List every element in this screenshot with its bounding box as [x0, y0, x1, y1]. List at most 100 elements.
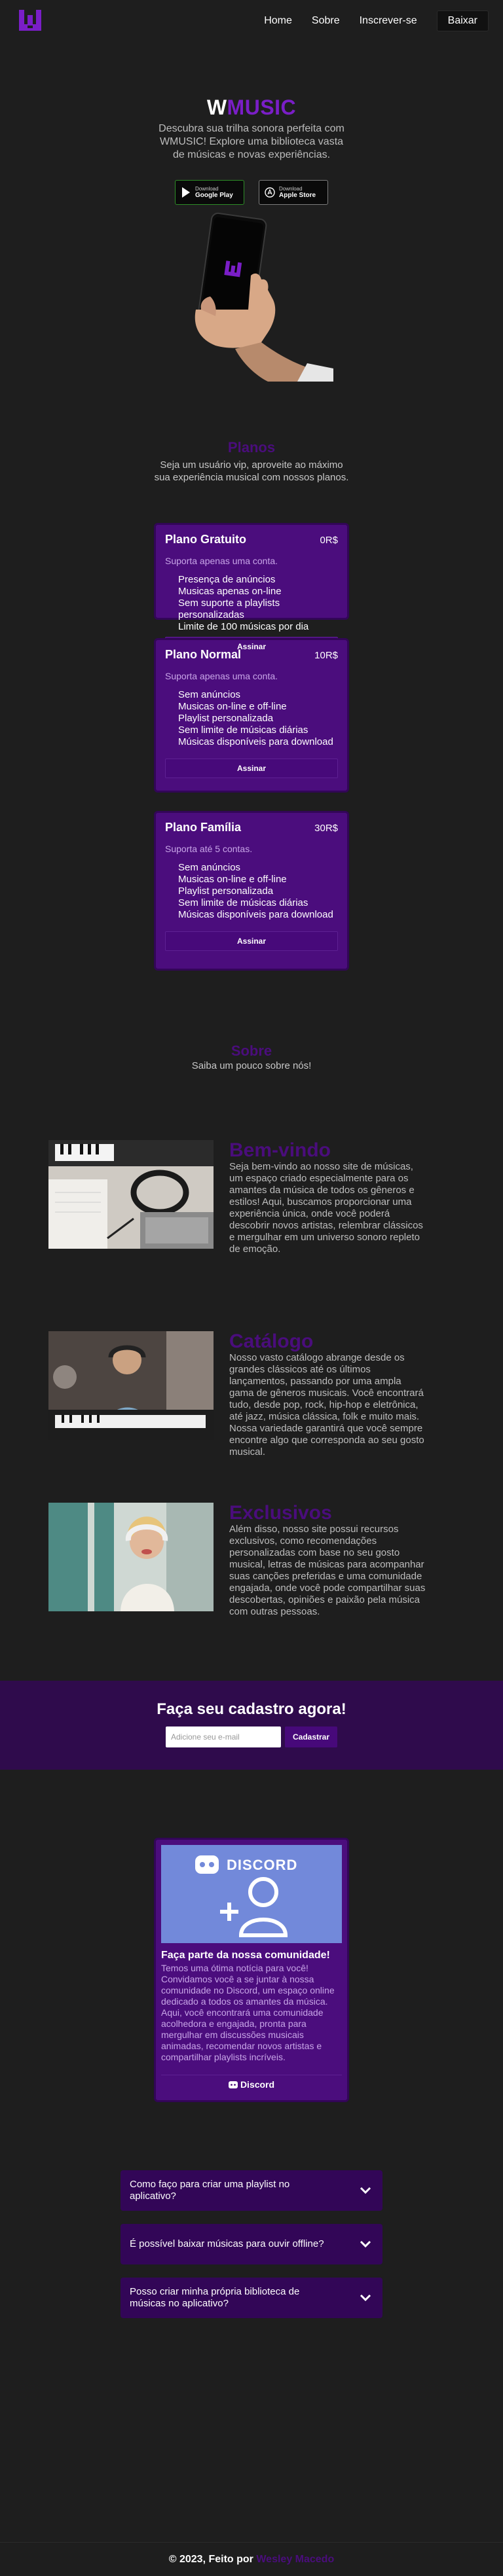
plan-note: Suporta apenas uma conta.: [165, 671, 278, 681]
download-button[interactable]: Baixar: [436, 10, 489, 31]
plan-feature: Sem limite de músicas diárias: [178, 897, 308, 908]
google-play-icon: [182, 187, 190, 198]
plans-title: Planos: [227, 439, 276, 456]
about-title: Sobre: [231, 1043, 272, 1059]
faq-item[interactable]: Como faço para criar uma playlist no apl…: [121, 2170, 382, 2211]
plan-feature: Musicas on-line e off-line: [178, 701, 287, 712]
signup-title: Faça seu cadastro agora!: [157, 1700, 346, 1718]
faq-question: Como faço para criar uma playlist no apl…: [130, 2179, 290, 2202]
subscribe-button[interactable]: Assinar: [165, 931, 338, 951]
plan-name: Plano Gratuito: [165, 533, 247, 546]
plan-feature: Musicas apenas on-line: [178, 586, 282, 597]
nav-link-inscrever[interactable]: Inscrever-se: [360, 15, 417, 27]
brand-title: WMUSIC: [0, 96, 503, 120]
google-play-button[interactable]: Download Google Play: [175, 180, 244, 205]
signup-button[interactable]: Cadastrar: [284, 1726, 338, 1747]
plan-price: 0R$: [320, 535, 338, 546]
discord-button[interactable]: Discord: [161, 2075, 342, 2094]
faq-question: É possível baixar músicas para ouvir off…: [130, 2238, 324, 2249]
plan-feature: Limite de 100 músicas por dia: [178, 621, 309, 632]
feature-body: Além disso, nosso site possui recursos e…: [229, 1524, 426, 1617]
plan-note: Suporta apenas uma conta.: [165, 556, 278, 566]
store-name: Apple Store: [279, 191, 316, 199]
footer-text: © 2023, Feito por: [168, 2553, 253, 2565]
studio-desk-image: [48, 1140, 214, 1249]
feature-title: Exclusivos: [229, 1502, 332, 1524]
faq-item[interactable]: Posso criar minha própria biblioteca de …: [121, 2278, 382, 2318]
store-name: Google Play: [195, 191, 233, 199]
feature-catalogo: Catálogo Nosso vasto catálogo abrange de…: [48, 1331, 455, 1458]
discord-icon: [228, 2081, 238, 2088]
plan-feature: Sem anúncios: [178, 862, 241, 873]
wmusic-logo[interactable]: [14, 8, 46, 34]
plan-feature: Sem limite de músicas diárias: [178, 724, 308, 736]
discord-body: Temos uma ótima notícia para você! Convi…: [161, 1963, 335, 2062]
feature-title: Catálogo: [229, 1331, 314, 1352]
nav-links: Home Sobre Inscrever-se Baixar: [264, 10, 489, 31]
plans-subtitle: Seja um usuário vip, aproveite ao máximo…: [154, 459, 349, 483]
plan-note: Suporta até 5 contas.: [165, 844, 253, 854]
signup-section: Faça seu cadastro agora! Cadastrar: [0, 1681, 503, 1770]
feature-body: Nosso vasto catálogo abrange desde os gr…: [229, 1352, 424, 1458]
discord-title: Faça parte da nossa comunidade!: [161, 1950, 330, 1961]
about-section: Sobre Saiba um pouco sobre nós! Bem-vind…: [0, 1043, 503, 1618]
plan-feature: Playlist personalizada: [178, 885, 274, 897]
chevron-down-icon: [360, 2240, 371, 2248]
plan-feature: Musicas on-line e off-line: [178, 874, 287, 885]
author-link[interactable]: Wesley Macedo: [256, 2554, 334, 2566]
feature-text: Bem-vindo Seja bem-vindo ao nosso site d…: [229, 1140, 426, 1255]
phone-in-hand-image: [170, 211, 333, 382]
plan-feature: Presença de anúncios: [178, 574, 276, 585]
discord-banner-text: DISCORD: [227, 1857, 298, 1873]
faq-section: Como faço para criar uma playlist no apl…: [121, 2170, 382, 2318]
hero-subtitle: Descubra sua trilha sonora perfeita com …: [158, 123, 345, 160]
plan-price: 10R$: [314, 650, 338, 661]
about-subtitle: Saiba um pouco sobre nós!: [191, 1060, 312, 1071]
email-field[interactable]: [165, 1726, 281, 1747]
nav-link-sobre[interactable]: Sobre: [312, 15, 340, 27]
plan-feature: Músicas disponíveis para download: [178, 909, 333, 920]
signup-form: Cadastrar: [0, 1726, 503, 1747]
apple-icon: [265, 187, 275, 198]
plan-feature: Sem anúncios: [178, 689, 241, 700]
feature-text: Catálogo Nosso vasto catálogo abrange de…: [229, 1331, 426, 1458]
discord-card: DISCORD Faça parte da nossa comunidade! …: [154, 1838, 349, 2102]
nav-link-home[interactable]: Home: [264, 15, 292, 27]
discord-banner: DISCORD: [161, 1845, 342, 1943]
feature-bem-vindo: Bem-vindo Seja bem-vindo ao nosso site d…: [48, 1140, 455, 1255]
feature-title: Bem-vindo: [229, 1139, 331, 1161]
faq-question: Posso criar minha própria biblioteca de …: [130, 2286, 300, 2309]
store-small-text: Download: [195, 185, 219, 192]
woman-headphones-image: [48, 1503, 214, 1611]
subscribe-button[interactable]: Assinar: [165, 759, 338, 778]
store-buttons: Download Google Play Download Apple Store: [0, 180, 503, 205]
feature-body: Seja bem-vindo ao nosso site de músicas,…: [229, 1161, 423, 1255]
plan-name: Plano Normal: [165, 648, 242, 661]
store-small-text: Download: [279, 185, 303, 192]
chevron-down-icon: [360, 2187, 371, 2194]
discord-logo-icon: [195, 1855, 219, 1874]
plans-section: Planos Seja um usuário vip, aproveite ao…: [0, 439, 503, 971]
brand-rest: MUSIC: [227, 96, 297, 119]
musician-piano-image: [48, 1331, 214, 1440]
page: Home Sobre Inscrever-se Baixar WMUSIC De…: [0, 0, 503, 2576]
hero-section: WMUSIC Descubra sua trilha sonora perfei…: [0, 42, 503, 382]
plan-feature: Playlist personalizada: [178, 713, 274, 724]
plan-features: Presença de anúncios Musicas apenas on-l…: [178, 574, 338, 633]
add-user-icon: [220, 1877, 288, 1937]
plan-feature: Músicas disponíveis para download: [178, 736, 333, 747]
feature-exclusivos: Exclusivos Além disso, nosso site possui…: [48, 1503, 455, 1618]
plan-name: Plano Família: [165, 821, 242, 834]
footer: © 2023, Feito por Wesley Macedo: [0, 2542, 503, 2576]
discord-button-label: Discord: [240, 2079, 275, 2090]
plan-features: Sem anúncios Musicas on-line e off-line …: [178, 862, 338, 921]
faq-item[interactable]: É possível baixar músicas para ouvir off…: [121, 2224, 382, 2264]
plan-features: Sem anúncios Musicas on-line e off-line …: [178, 689, 338, 748]
feature-text: Exclusivos Além disso, nosso site possui…: [229, 1503, 426, 1618]
chevron-down-icon: [360, 2294, 371, 2302]
plan-feature: Sem suporte a playlists personalizadas: [178, 598, 280, 620]
plan-card-gratuito: Plano Gratuito 0R$ Suporta apenas uma con…: [154, 523, 349, 656]
plan-card-familia: Plano Família 30R$ Suporta até 5 contas. …: [154, 811, 349, 971]
apple-store-button[interactable]: Download Apple Store: [259, 180, 328, 205]
plan-price: 30R$: [314, 823, 338, 834]
